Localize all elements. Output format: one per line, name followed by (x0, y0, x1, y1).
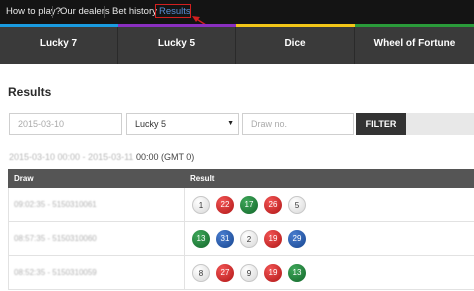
date-value: 2015-03-10 (18, 119, 65, 129)
tab-lucky-7[interactable]: Lucky 7 (0, 27, 118, 64)
draw-number-input[interactable]: Draw no. (242, 113, 354, 135)
nav-separator (52, 6, 53, 18)
date-range-timezone: 00:00 (GMT 0) (133, 152, 195, 162)
result-ball: 29 (288, 230, 306, 248)
date-range: 2015-03-10 00:00 - 2015-03-11 00:00 (GMT… (9, 152, 194, 162)
result-ball: 26 (264, 196, 282, 214)
date-range-dates: 2015-03-10 00:00 - 2015-03-11 (9, 152, 134, 162)
header-draw: Draw (14, 174, 34, 183)
nav-bet-history[interactable]: Bet history (112, 0, 157, 24)
column-divider (184, 256, 185, 290)
filter-bar-background (406, 113, 474, 135)
draw-id: 09:02:35 - 5150310061 (14, 200, 97, 209)
result-ball: 19 (264, 264, 282, 282)
draw-id: 08:52:35 - 5150310059 (14, 268, 97, 277)
results-highlight-box (155, 4, 191, 18)
result-ball: 8 (192, 264, 210, 282)
tab-dice[interactable]: Dice (236, 27, 355, 64)
result-ball: 27 (216, 264, 234, 282)
nav-our-dealers[interactable]: Our dealers (60, 0, 110, 24)
tab-wheel-of-fortune[interactable]: Wheel of Fortune (355, 27, 474, 64)
draw-id: 08:57:35 - 5150310060 (14, 234, 97, 243)
result-ball: 22 (216, 196, 234, 214)
table-header: Draw Result (8, 169, 474, 188)
date-input[interactable]: 2015-03-10 (9, 113, 122, 135)
table-row[interactable]: 09:02:35 - 5150310061 1 22 17 26 5 (8, 188, 474, 222)
result-ball: 31 (216, 230, 234, 248)
dropdown-caret-icon: ▼ (227, 120, 234, 127)
result-ball: 13 (288, 264, 306, 282)
result-ball: 19 (264, 230, 282, 248)
filter-button[interactable]: FILTER (356, 113, 406, 135)
game-select[interactable]: Lucky 5 ▼ (126, 113, 239, 135)
header-result: Result (190, 174, 215, 183)
result-ball: 9 (240, 264, 258, 282)
nav-separator (104, 6, 105, 18)
page-title: Results (8, 85, 52, 99)
column-divider (184, 188, 185, 222)
top-navigation: How to play? Our dealers Bet history Res… (0, 0, 474, 35)
table-row[interactable]: 08:57:35 - 5150310060 13 31 2 19 29 (8, 222, 474, 256)
column-divider (184, 222, 185, 256)
result-ball: 13 (192, 230, 210, 248)
tab-lucky-5[interactable]: Lucky 5 (118, 27, 236, 64)
game-select-value: Lucky 5 (135, 119, 167, 129)
draw-number-placeholder: Draw no. (251, 119, 288, 129)
table-row[interactable]: 08:52:35 - 5150310059 8 27 9 19 13 (8, 256, 474, 290)
result-ball: 17 (240, 196, 258, 214)
result-ball: 5 (288, 196, 306, 214)
result-ball: 1 (192, 196, 210, 214)
result-ball: 2 (240, 230, 258, 248)
